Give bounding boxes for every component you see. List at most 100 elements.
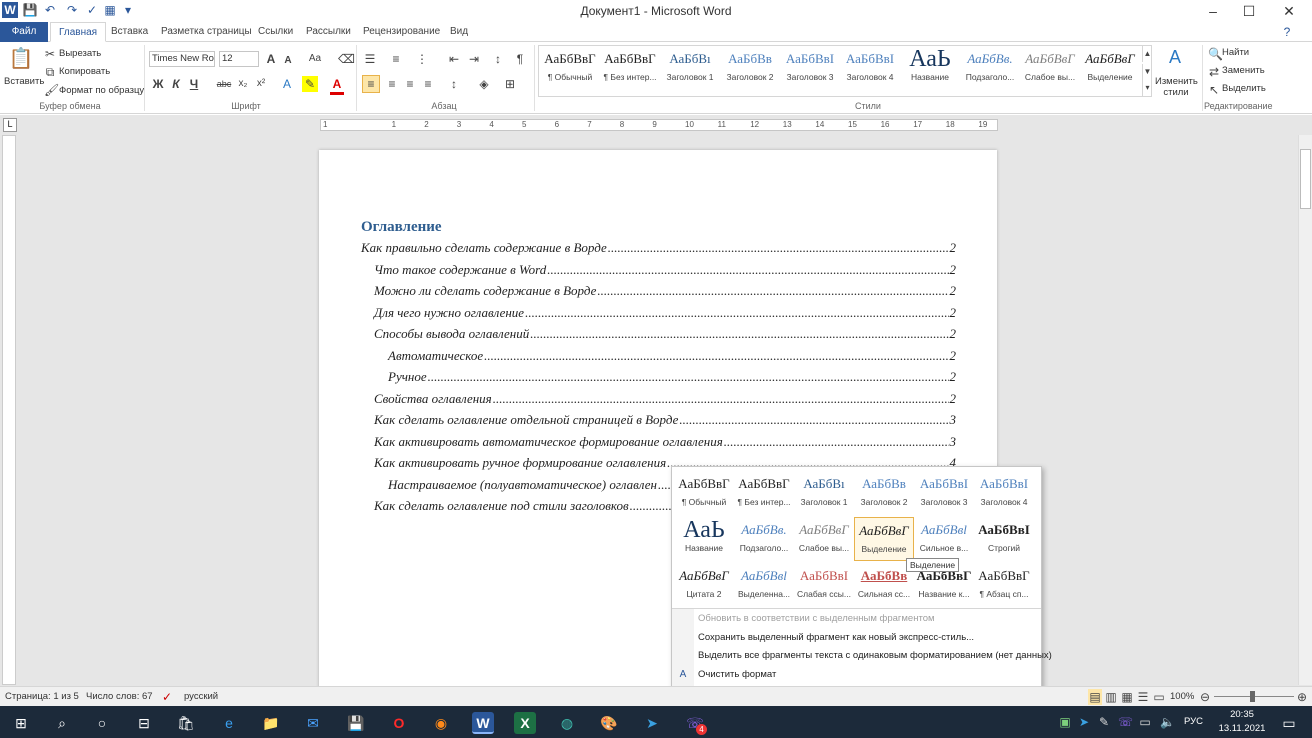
gallery-style-item[interactable]: АаБбВв Сильная сс... xyxy=(854,563,914,607)
grow-font-icon[interactable]: A xyxy=(264,51,278,67)
gallery-style-item[interactable]: АаБбВв. Подзаголо... xyxy=(734,517,794,561)
font-size-select[interactable]: 12 xyxy=(219,51,259,67)
web-layout-icon[interactable]: ▦ xyxy=(1120,689,1134,705)
ribbon-style-item[interactable]: АаЬ Название xyxy=(900,46,960,94)
print-layout-icon[interactable]: ▤ xyxy=(1088,689,1102,705)
toc-entry[interactable]: Как активировать автоматическое формиров… xyxy=(374,434,956,452)
full-screen-icon[interactable]: ▥ xyxy=(1104,689,1118,705)
gallery-style-item[interactable]: АаБбВı Заголовок 1 xyxy=(794,471,854,515)
windows-start-icon[interactable]: ⊞ xyxy=(10,712,32,734)
tab-insert[interactable]: Вставка xyxy=(103,22,156,42)
gallery-menu-item[interactable]: Сохранить выделенный фрагмент как новый … xyxy=(698,632,974,643)
paste-icon[interactable]: 📋 xyxy=(8,46,34,72)
toc-entry[interactable]: Можно ли сделать содержание в Ворде 2 xyxy=(374,283,956,301)
find-button[interactable]: Найти xyxy=(1222,47,1249,58)
gallery-style-item[interactable]: АаЬ Название xyxy=(674,517,734,561)
tray-pin-icon[interactable]: ✎ xyxy=(1097,714,1111,730)
edge-icon[interactable]: ◍ xyxy=(556,712,578,734)
tab-mailings[interactable]: Рассылки xyxy=(298,22,359,42)
gallery-menu-item[interactable]: Очистить формат xyxy=(698,669,776,680)
language[interactable]: русский xyxy=(184,691,218,702)
gallery-style-item[interactable]: АаБбВвІ Слабая ссы... xyxy=(794,563,854,607)
task-view-icon[interactable]: ⊟ xyxy=(133,712,155,734)
borders-icon[interactable]: ⊞ xyxy=(502,76,518,92)
network-icon[interactable]: ▭ xyxy=(1138,714,1152,730)
ribbon-style-item[interactable]: АаБбВı Заголовок 1 xyxy=(660,46,720,94)
help-icon[interactable]: ? xyxy=(1280,24,1294,40)
shading-icon[interactable]: ◈ xyxy=(476,76,492,92)
toc-entry[interactable]: Свойства оглавления 2 xyxy=(374,391,956,409)
change-case-icon[interactable]: Aa xyxy=(306,51,324,67)
ribbon-style-item[interactable]: АаБбВвІ Заголовок 4 xyxy=(840,46,900,94)
show-marks-icon[interactable]: ¶ xyxy=(512,51,528,67)
replace-button[interactable]: Заменить xyxy=(1222,65,1265,76)
outline-icon[interactable]: ☰ xyxy=(1136,689,1150,705)
gallery-style-item[interactable]: АаБбВв Заголовок 2 xyxy=(854,471,914,515)
tab-review[interactable]: Рецензирование xyxy=(355,22,448,42)
gallery-style-item[interactable]: АаБбВвl Выделенна... xyxy=(734,563,794,607)
strikethrough-button[interactable]: abc xyxy=(214,76,234,92)
font-color-icon[interactable]: A xyxy=(330,76,344,95)
word-taskbar-icon[interactable]: W xyxy=(472,712,494,734)
subscript-button[interactable]: x₂ xyxy=(236,76,250,92)
toc-title[interactable]: Оглавление xyxy=(361,219,442,236)
tab-home[interactable]: Главная xyxy=(50,22,107,42)
toc-entry[interactable]: Что такое содержание в Word 2 xyxy=(374,262,956,280)
zoom-in-icon[interactable]: ⊕ xyxy=(1296,689,1308,705)
clock-time[interactable]: 20:35 xyxy=(1222,709,1262,720)
tab-page-layout[interactable]: Разметка страницы xyxy=(153,22,260,42)
action-center-icon[interactable]: ▭ xyxy=(1278,712,1300,734)
align-left-icon[interactable]: ≡ xyxy=(362,75,380,93)
tab-file[interactable]: Файл xyxy=(0,22,48,42)
vertical-ruler[interactable] xyxy=(2,135,16,685)
ribbon-style-item[interactable]: АаБбВвГ ¶ Обычный xyxy=(540,46,600,94)
volume-icon[interactable]: 🔈 xyxy=(1160,714,1175,730)
mail-icon[interactable]: ✉ xyxy=(302,712,324,734)
tab-selector-icon[interactable]: L xyxy=(3,118,17,132)
tab-view[interactable]: Вид xyxy=(442,22,476,42)
ribbon-style-item[interactable]: АаБбВвГ Слабое вы... xyxy=(1020,46,1080,94)
scrollbar-thumb[interactable] xyxy=(1300,149,1311,209)
multilevel-list-icon[interactable]: ⋮ xyxy=(414,51,430,67)
close-button[interactable]: ✕ xyxy=(1266,0,1312,22)
sort-icon[interactable]: ↕ xyxy=(490,51,506,67)
toc-entry[interactable]: Автоматическое 2 xyxy=(388,348,956,366)
shrink-font-icon[interactable]: A xyxy=(282,53,294,69)
text-effects-icon[interactable]: A xyxy=(280,76,294,92)
underline-button[interactable]: Ч xyxy=(188,76,200,92)
toc-entry[interactable]: Способы вывода оглавлений 2 xyxy=(374,326,956,344)
styles-more-icon[interactable]: ▾ xyxy=(1142,80,1152,96)
firefox-icon[interactable]: ◉ xyxy=(430,712,452,734)
draft-icon[interactable]: ▭ xyxy=(1152,689,1166,705)
toc-entry[interactable]: Как правильно сделать содержание в Ворде… xyxy=(361,240,956,258)
select-button[interactable]: Выделить xyxy=(1222,83,1266,94)
gallery-style-item[interactable]: АаБбВвГ ¶ Без интер... xyxy=(734,471,794,515)
ribbon-style-item[interactable]: АаБбВвГ Выделение xyxy=(1080,46,1140,94)
word-count[interactable]: Число слов: 67 xyxy=(86,691,153,702)
vertical-scrollbar[interactable] xyxy=(1298,135,1312,685)
gallery-style-item[interactable]: АаБбВвІ Строгий xyxy=(974,517,1034,561)
excel-icon[interactable]: X xyxy=(514,712,536,734)
superscript-button[interactable]: x² xyxy=(254,76,268,92)
ribbon-style-item[interactable]: АаБбВвІ Заголовок 3 xyxy=(780,46,840,94)
telegram-icon[interactable]: ➤ xyxy=(641,712,663,734)
clear-format-icon[interactable]: ⌫ xyxy=(338,51,355,67)
styles-scroll-down-icon[interactable]: ▼ xyxy=(1142,64,1152,80)
ribbon-style-item[interactable]: АаБбВв Заголовок 2 xyxy=(720,46,780,94)
toc-entry[interactable]: Для чего нужно оглавление 2 xyxy=(374,305,956,323)
gallery-style-item[interactable]: АаБбВвІ Заголовок 4 xyxy=(974,471,1034,515)
numbering-icon[interactable]: ≡ xyxy=(388,51,404,67)
highlight-icon[interactable]: ✎ xyxy=(302,76,318,92)
clock-date[interactable]: 13.11.2021 xyxy=(1212,723,1272,734)
tray-viber-icon[interactable]: ☏ xyxy=(1118,714,1133,730)
gallery-menu-item[interactable]: Выделить все фрагменты текста с одинаков… xyxy=(698,650,1052,661)
gallery-style-item[interactable]: АаБбВвl Сильное в... xyxy=(914,517,974,561)
tray-telegram-icon[interactable]: ➤ xyxy=(1077,714,1091,730)
styles-scroll-up-icon[interactable]: ▲ xyxy=(1142,46,1152,62)
proofing-icon[interactable]: ✓ xyxy=(160,689,174,705)
change-styles-button[interactable]: Изменить стили xyxy=(1155,76,1198,98)
bold-button[interactable]: Ж xyxy=(152,76,164,92)
zoom-level[interactable]: 100% xyxy=(1170,691,1194,702)
keyboard-language[interactable]: РУС xyxy=(1184,716,1203,727)
justify-icon[interactable]: ≡ xyxy=(420,76,436,92)
